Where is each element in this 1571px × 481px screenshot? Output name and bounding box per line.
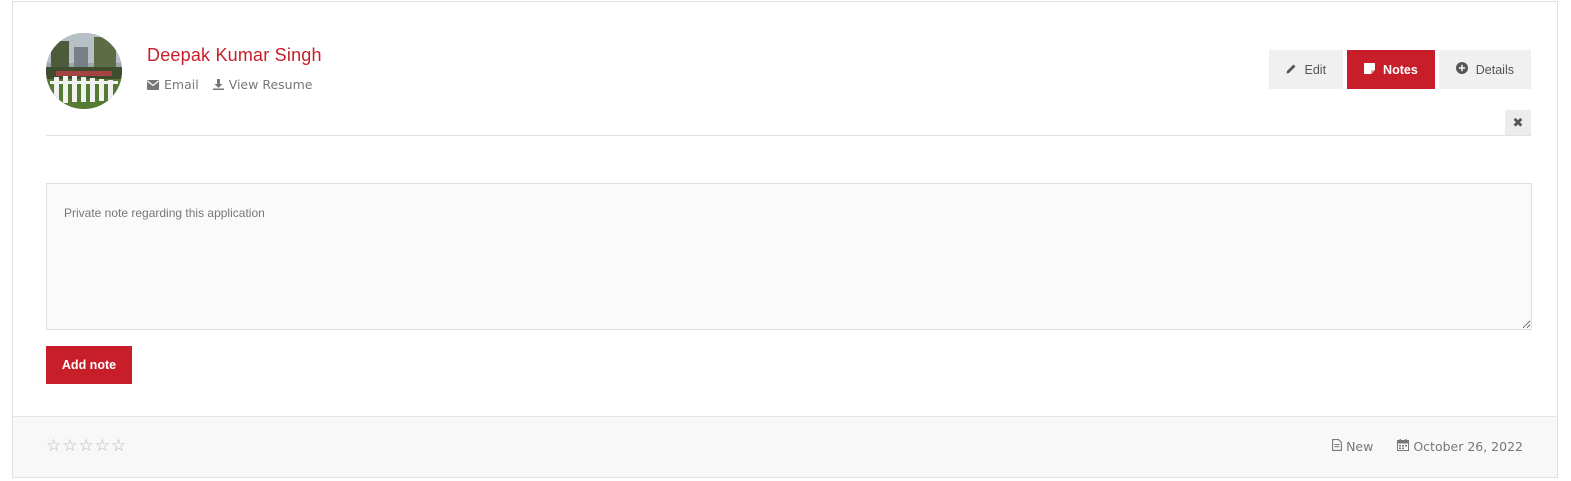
edit-label: Edit bbox=[1304, 62, 1327, 77]
date-text: October 26, 2022 bbox=[1413, 439, 1523, 454]
view-resume-link[interactable]: View Resume bbox=[212, 77, 313, 92]
notes-label: Notes bbox=[1383, 62, 1418, 77]
file-icon bbox=[1332, 439, 1343, 454]
edit-button[interactable]: Edit bbox=[1268, 50, 1344, 89]
close-button[interactable]: ✖ bbox=[1505, 110, 1531, 136]
application-card: Deepak Kumar Singh Email View Resume Edi… bbox=[12, 1, 1558, 478]
details-label: Details bbox=[1475, 62, 1514, 77]
plus-circle-icon bbox=[1455, 62, 1468, 77]
download-icon bbox=[212, 79, 224, 90]
envelope-icon bbox=[147, 79, 159, 90]
view-resume-label: View Resume bbox=[228, 77, 313, 92]
candidate-links: Email View Resume bbox=[147, 77, 312, 92]
star-icon[interactable]: ☆ bbox=[46, 438, 61, 455]
star-icon[interactable]: ☆ bbox=[95, 438, 110, 455]
pencil-icon bbox=[1286, 63, 1297, 77]
add-note-button[interactable]: Add note bbox=[46, 346, 132, 384]
status-badge: New bbox=[1332, 439, 1373, 454]
close-icon: ✖ bbox=[1512, 115, 1524, 131]
email-label: Email bbox=[164, 77, 199, 92]
status-text: New bbox=[1346, 439, 1374, 454]
card-footer: ☆ ☆ ☆ ☆ ☆ New October 26, 2022 bbox=[13, 416, 1557, 477]
sticky-note-icon bbox=[1364, 62, 1376, 77]
star-icon[interactable]: ☆ bbox=[111, 438, 126, 455]
action-buttons: Edit Notes Details bbox=[1268, 50, 1531, 89]
avatar bbox=[46, 33, 122, 109]
email-link[interactable]: Email bbox=[147, 77, 199, 92]
star-rating[interactable]: ☆ ☆ ☆ ☆ ☆ bbox=[46, 438, 126, 455]
candidate-name[interactable]: Deepak Kumar Singh bbox=[147, 45, 322, 66]
notes-button[interactable]: Notes bbox=[1347, 50, 1435, 89]
star-icon[interactable]: ☆ bbox=[62, 438, 77, 455]
calendar-icon bbox=[1397, 439, 1410, 454]
date-info: October 26, 2022 bbox=[1397, 439, 1523, 454]
details-button[interactable]: Details bbox=[1438, 50, 1531, 89]
star-icon[interactable]: ☆ bbox=[79, 438, 94, 455]
note-textarea[interactable] bbox=[46, 183, 1532, 330]
application-meta: New October 26, 2022 bbox=[1332, 439, 1523, 454]
divider bbox=[46, 135, 1531, 136]
